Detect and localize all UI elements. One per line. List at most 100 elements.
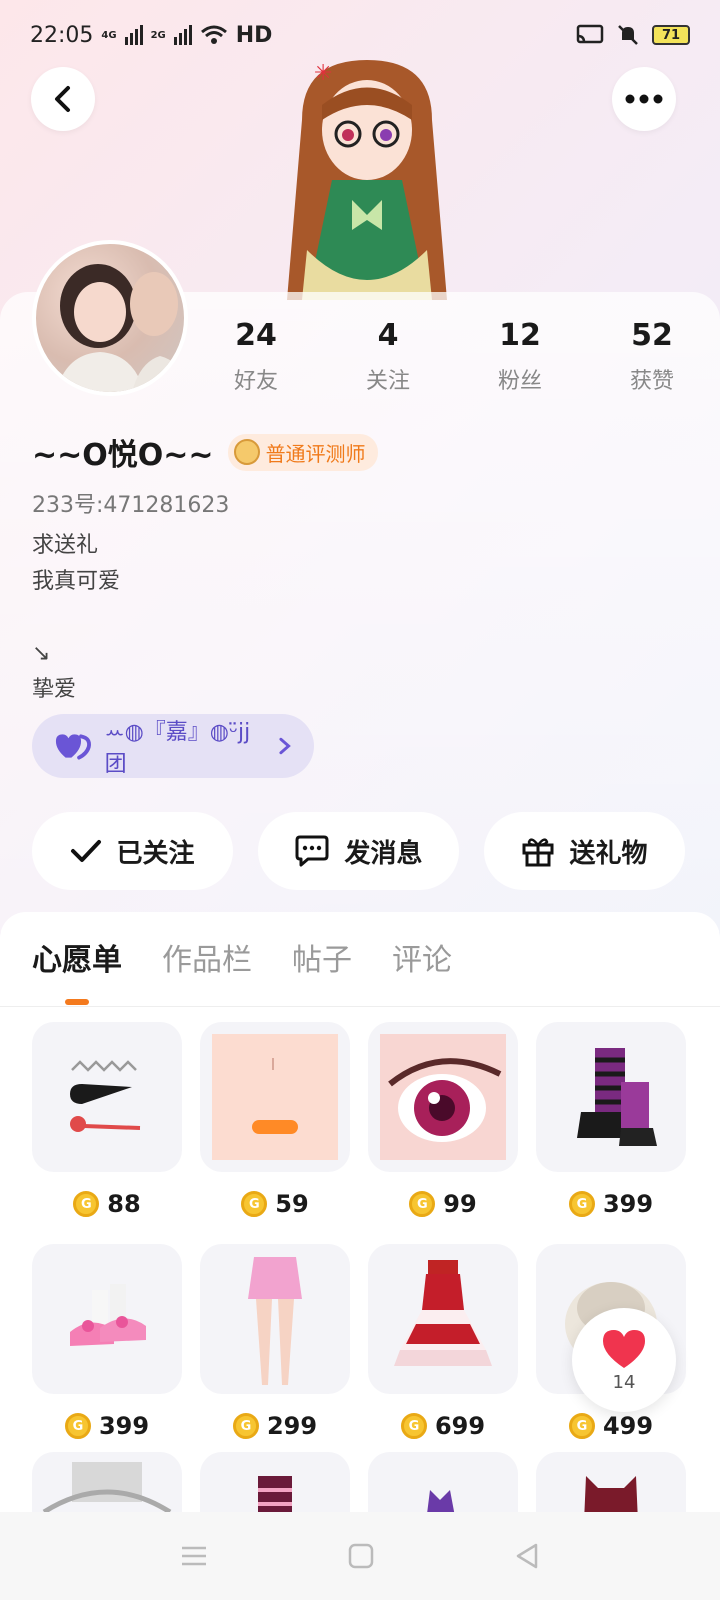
- tab-comments[interactable]: 评论: [392, 935, 452, 979]
- followed-button[interactable]: 已关注: [32, 812, 233, 890]
- red-dress-icon: [394, 1260, 492, 1366]
- signal-icon: [124, 25, 143, 45]
- price-value: 88: [107, 1190, 141, 1218]
- hd-label: HD: [235, 22, 273, 48]
- hairpin-icon: [70, 1060, 141, 1132]
- wishlist-item[interactable]: G 99: [368, 1022, 518, 1224]
- item-thumbnail: [200, 1244, 350, 1394]
- bio-line: 我真可爱: [32, 569, 121, 594]
- item-price: G 699: [368, 1406, 518, 1446]
- bell-muted-icon: [618, 25, 638, 45]
- item-thumbnail: [368, 1244, 518, 1394]
- fan-group-chip[interactable]: ꕀ◍『嘉』◍ᵕ̈jj团: [32, 714, 314, 778]
- tab-wishlist[interactable]: 心愿单: [32, 935, 122, 979]
- back-button[interactable]: [31, 67, 95, 131]
- send-gift-label: 送礼物: [569, 838, 648, 869]
- chat-bubble-icon: [295, 835, 329, 867]
- striped-boots-icon: [577, 1048, 657, 1146]
- status-time: 22:05: [30, 22, 94, 48]
- message-label: 发消息: [344, 838, 423, 869]
- wishlist-item[interactable]: G 399: [32, 1244, 182, 1446]
- more-button[interactable]: [612, 67, 676, 131]
- bio-line: 挚爱: [32, 677, 77, 702]
- stat-value: 4: [377, 318, 399, 353]
- coin-icon: G: [64, 1413, 91, 1439]
- price-value: 59: [275, 1190, 309, 1218]
- message-button[interactable]: 发消息: [258, 812, 459, 890]
- stats-row: 24 好友 4 关注 12 粉丝 52 获赞: [190, 318, 720, 395]
- item-thumbnail: [536, 1022, 686, 1172]
- price-value: 299: [266, 1412, 318, 1440]
- item-price: G 59: [200, 1184, 350, 1224]
- gift-icon: [522, 838, 554, 867]
- action-row: 已关注 发消息 送礼物: [32, 812, 685, 890]
- signal-icon-2: [173, 25, 192, 45]
- like-button[interactable]: 14: [572, 1308, 676, 1412]
- tab-divider: [0, 1006, 720, 1007]
- coin-icon: G: [409, 1191, 436, 1217]
- pink-sandals-icon: [70, 1284, 146, 1346]
- chevron-left-icon: [55, 86, 70, 112]
- coin-icon: G: [232, 1413, 259, 1439]
- item-thumbnail: [368, 1022, 518, 1172]
- back-triangle-icon[interactable]: [514, 1542, 540, 1570]
- home-icon[interactable]: [348, 1543, 374, 1569]
- tab-posts[interactable]: 帖子: [292, 935, 352, 979]
- like-count: 14: [612, 1371, 636, 1393]
- item-price: G 499: [536, 1406, 686, 1446]
- avatar-character-image: ✳: [287, 60, 447, 300]
- svg-text:✳: ✳: [314, 61, 332, 86]
- price-value: 399: [602, 1190, 654, 1218]
- wishlist-item[interactable]: G 59: [200, 1022, 350, 1224]
- coin-icon: G: [568, 1413, 595, 1439]
- followed-label: 已关注: [116, 838, 195, 869]
- stat-value: 52: [631, 318, 673, 353]
- stat-label: 粉丝: [497, 369, 542, 394]
- item-price: G 399: [536, 1184, 686, 1224]
- stat-following[interactable]: 4 关注: [322, 318, 454, 395]
- bio-line: ↘: [32, 641, 51, 666]
- item-price: G 299: [200, 1406, 350, 1446]
- wishlist-item[interactable]: G 699: [368, 1244, 518, 1446]
- bio-line: 求送礼: [32, 533, 99, 558]
- coin-icon: G: [568, 1191, 595, 1217]
- stat-followers[interactable]: 12 粉丝: [454, 318, 586, 395]
- item-thumbnail: [200, 1022, 350, 1172]
- user-id: 233号:471281623: [32, 493, 230, 518]
- coin-icon: G: [400, 1413, 427, 1439]
- pink-skirt-icon: [248, 1257, 302, 1385]
- price-value: 99: [443, 1190, 477, 1218]
- wishlist-item[interactable]: G 399: [536, 1022, 686, 1224]
- stat-friends[interactable]: 24 好友: [190, 318, 322, 395]
- content-panel: 心愿单 作品栏 帖子 评论 G 88 G 59 G 99 G 399 G 399…: [0, 912, 720, 1512]
- reviewer-badge-label: 普通评测师: [265, 441, 366, 466]
- item-thumbnail: [32, 1022, 182, 1172]
- price-value: 499: [602, 1412, 654, 1440]
- check-icon: [71, 840, 102, 862]
- coin-icon: G: [73, 1191, 100, 1217]
- stat-value: 12: [499, 318, 541, 353]
- network-2g-label: 2G: [150, 29, 166, 41]
- item-price: G 99: [368, 1184, 518, 1224]
- avatar-photo: [56, 264, 184, 392]
- item-price: G 399: [32, 1406, 182, 1446]
- reviewer-badge[interactable]: 普通评测师: [227, 433, 378, 471]
- menu-icon[interactable]: [180, 1544, 208, 1568]
- wifi-icon: [200, 25, 227, 44]
- wishlist-item[interactable]: G 88: [32, 1022, 182, 1224]
- tab-works[interactable]: 作品栏: [162, 935, 252, 979]
- wishlist-item[interactable]: G 299: [200, 1244, 350, 1446]
- price-value: 399: [98, 1412, 150, 1440]
- more-dots-icon: [625, 94, 663, 104]
- nickname: ~~O悦O~~: [32, 438, 214, 473]
- stat-label: 获赞: [629, 369, 674, 394]
- stat-label: 好友: [233, 369, 278, 394]
- tab-bar: 心愿单 作品栏 帖子 评论: [0, 912, 720, 1002]
- send-gift-button[interactable]: 送礼物: [484, 812, 685, 890]
- battery-indicator: 71: [652, 25, 690, 45]
- face-mouth-icon: [212, 1034, 338, 1160]
- profile-avatar[interactable]: [32, 240, 188, 396]
- network-4g-label: 4G: [101, 29, 117, 41]
- stat-likes[interactable]: 52 获赞: [586, 318, 718, 395]
- bio: 求送礼 我真可爱 ↘ 挚爱: [32, 528, 120, 708]
